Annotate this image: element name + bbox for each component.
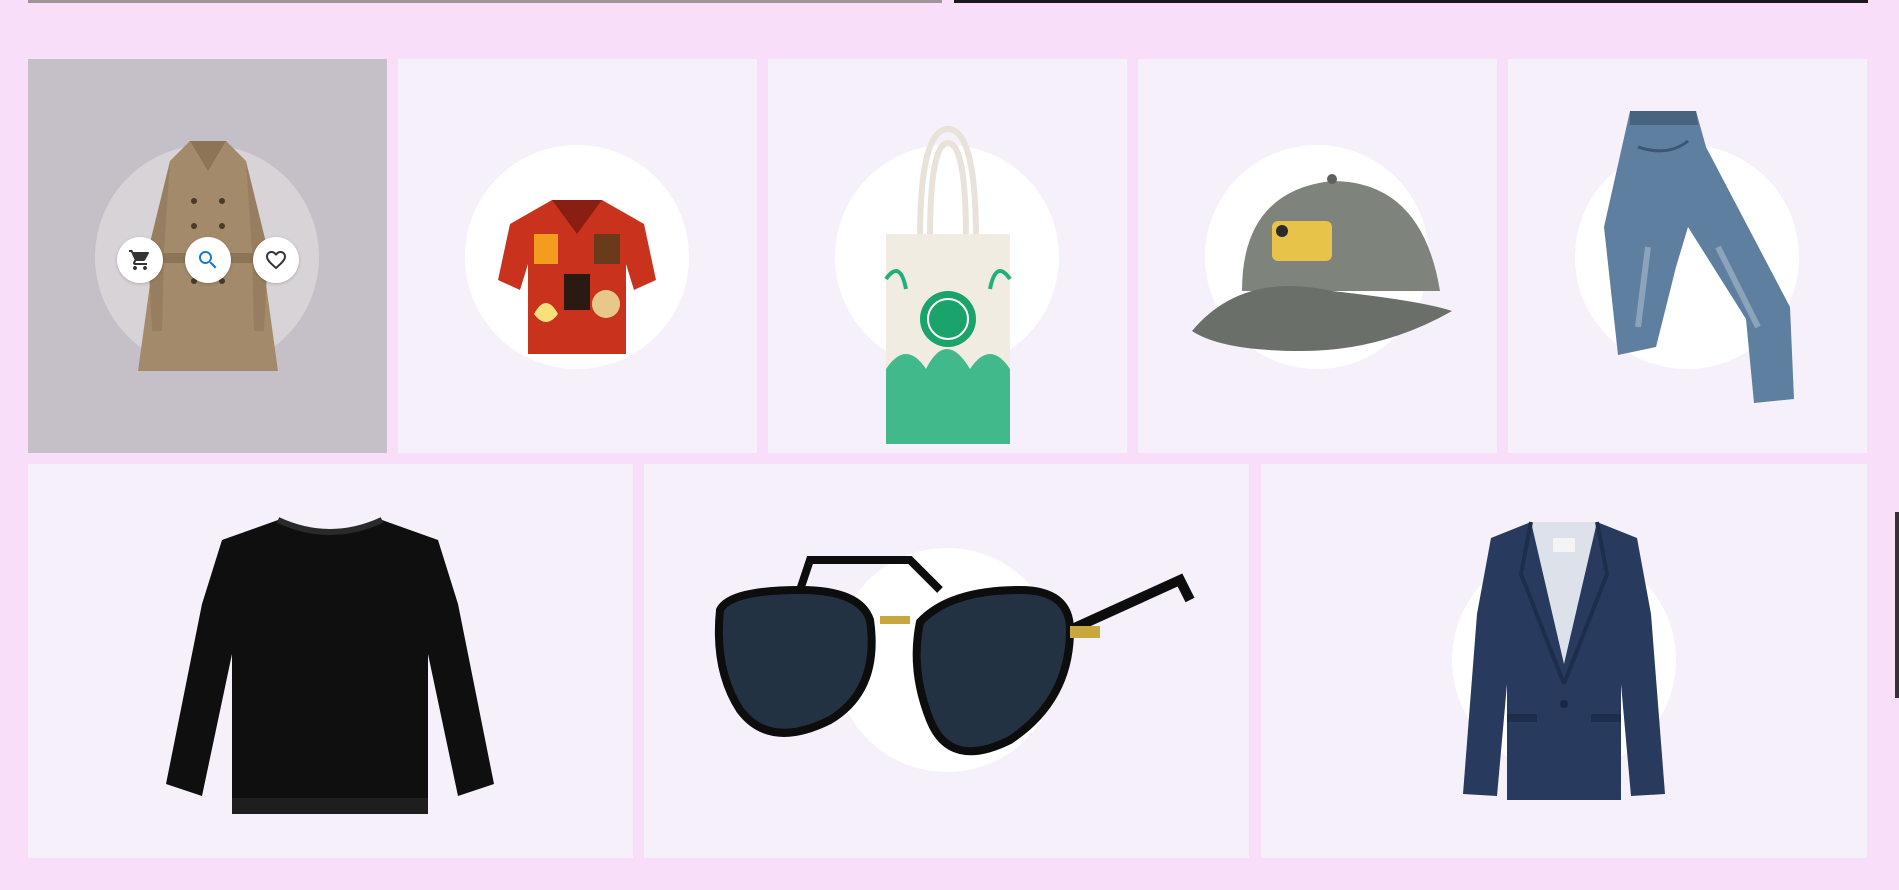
product-card-sunglasses[interactable] bbox=[644, 464, 1249, 858]
sunglasses-image bbox=[714, 556, 1195, 756]
jeans-image bbox=[1604, 111, 1794, 403]
hover-actions bbox=[117, 237, 325, 283]
sweatshirt-image bbox=[166, 517, 494, 814]
product-card-trench-coat[interactable] bbox=[28, 59, 387, 453]
banner-strip-left bbox=[28, 0, 942, 3]
shirt-image bbox=[498, 200, 656, 354]
product-card-jeans[interactable] bbox=[1508, 59, 1867, 453]
banner-strip-right bbox=[954, 0, 1868, 3]
add-to-cart-button[interactable] bbox=[117, 237, 163, 283]
scrollbar-thumb[interactable] bbox=[1895, 512, 1899, 698]
cart-icon bbox=[129, 250, 149, 270]
cap-image bbox=[1192, 174, 1452, 351]
blazer-image bbox=[1463, 521, 1665, 800]
quick-view-button[interactable] bbox=[185, 237, 231, 283]
product-card-hawaiian-shirt[interactable] bbox=[398, 59, 757, 453]
search-icon bbox=[199, 251, 217, 269]
product-card-baseball-cap[interactable] bbox=[1138, 59, 1497, 453]
add-to-wishlist-button[interactable] bbox=[253, 237, 299, 283]
tote-bag-image bbox=[884, 125, 1012, 444]
product-card-tote-bag[interactable] bbox=[768, 59, 1127, 453]
heart-icon bbox=[266, 251, 286, 270]
product-card-sweatshirt[interactable] bbox=[28, 464, 633, 858]
product-card-blazer[interactable] bbox=[1261, 464, 1867, 858]
